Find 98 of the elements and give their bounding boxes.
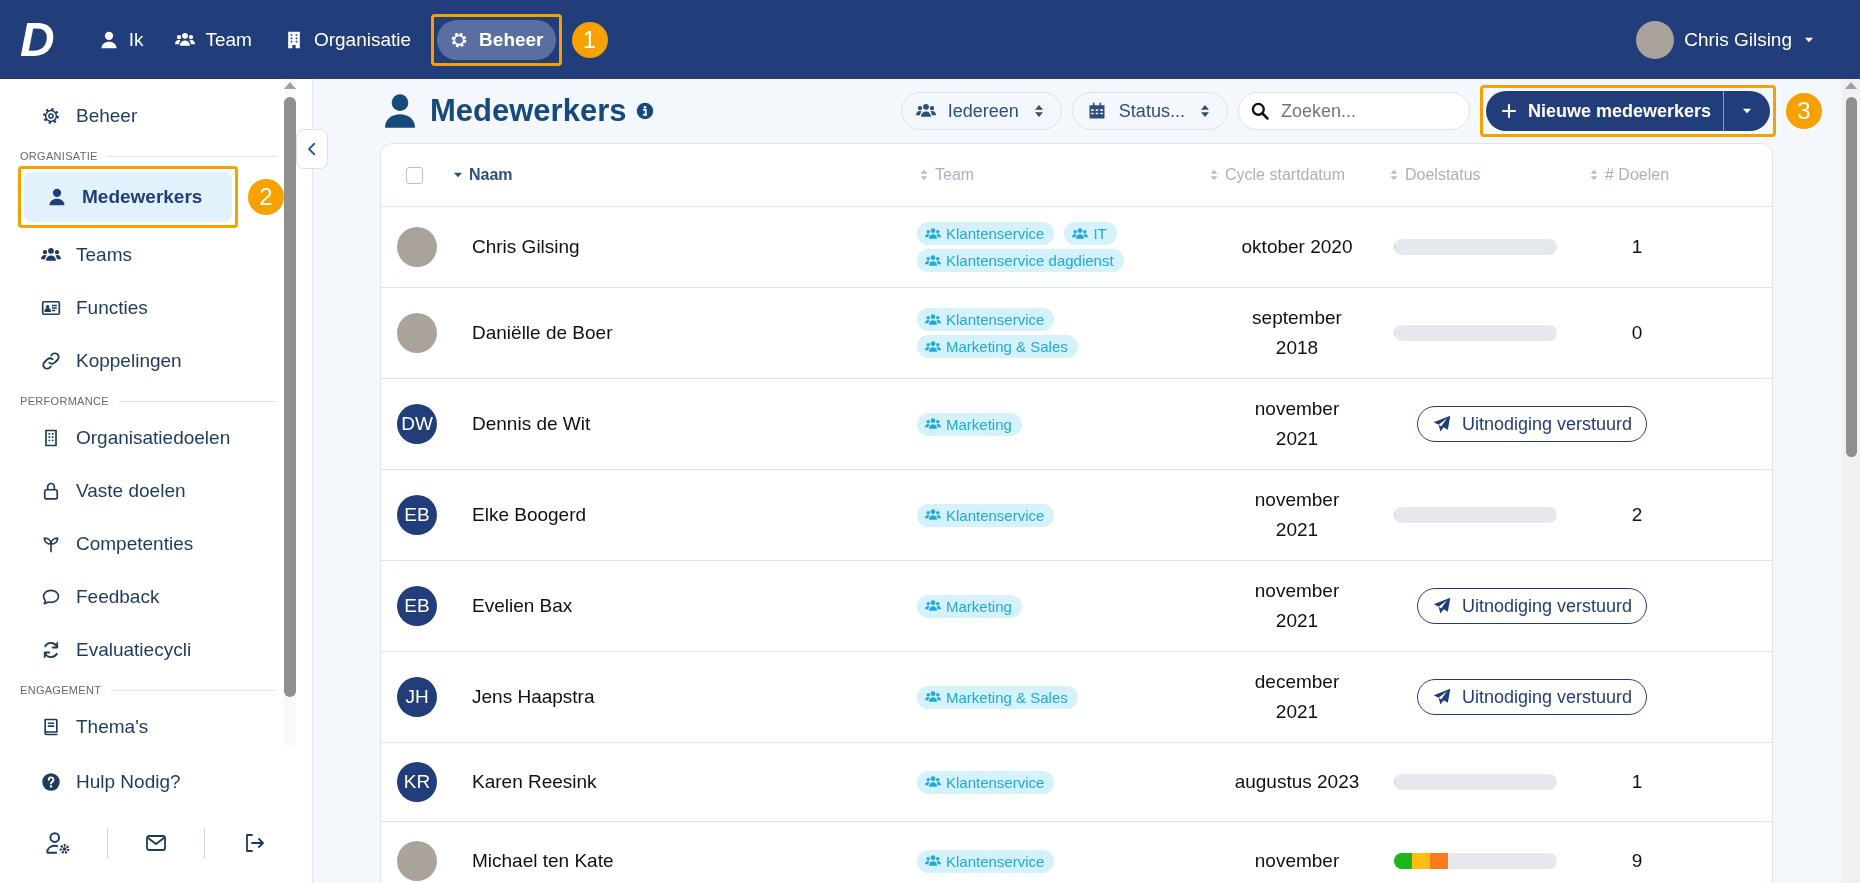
invitation-sent-button[interactable]: Uitnodiging verstuurd <box>1417 406 1648 442</box>
sidebar-item[interactable]: Beheer <box>18 89 284 142</box>
employee-name[interactable]: Karen Reesink <box>472 771 597 793</box>
invitation-sent-button[interactable]: Uitnodiging verstuurd <box>1417 588 1648 624</box>
search-field[interactable]: Zoeken... <box>1237 92 1470 130</box>
info-icon[interactable] <box>636 102 655 120</box>
sidebar-item[interactable]: Teams <box>18 228 284 281</box>
column-header[interactable]: Naam <box>451 166 513 184</box>
sidebar-item[interactable]: Medewerkers <box>24 172 232 222</box>
cycle-start-date: september 2018 <box>1251 306 1343 360</box>
help-icon <box>40 771 62 792</box>
users-icon <box>925 853 941 869</box>
users-icon <box>1072 225 1089 242</box>
settings-icon <box>40 105 62 126</box>
team-tag: Marketing <box>917 412 1022 436</box>
team-tag: Klantenservice <box>917 849 1055 873</box>
users-icon <box>925 507 941 523</box>
section-heading: ORGANISATIE <box>20 150 98 162</box>
cycle-start-date: november <box>1253 849 1341 873</box>
users-icon <box>925 252 941 269</box>
goal-count: 0 <box>1631 322 1643 344</box>
team-tag: Klantenservice dagdienst <box>917 249 1124 272</box>
sidebar-item[interactable]: Vaste doelen <box>18 464 284 517</box>
goal-count: 9 <box>1631 850 1643 872</box>
employee-name[interactable]: Dennis de Wit <box>472 413 591 435</box>
avatar-initials: JH <box>397 677 437 717</box>
cycle-start-date: oktober 2020 <box>1240 235 1354 259</box>
page-title: Medewerkers <box>430 93 627 129</box>
employee-name[interactable]: Chris Gilsing <box>472 236 580 258</box>
cycle-start-date: augustus 2023 <box>1233 770 1361 794</box>
help-link[interactable]: Hulp Nodig? <box>18 755 312 808</box>
cycle-start-date: november 2021 <box>1253 397 1341 451</box>
link-icon <box>40 350 62 371</box>
sidebar-item[interactable]: Competenties <box>18 517 284 570</box>
sidebar-item[interactable]: Organisatiedoelen <box>18 411 284 464</box>
employee-name[interactable]: Evelien Bax <box>472 595 573 617</box>
user-settings-icon <box>45 830 72 856</box>
employee-name[interactable]: Daniëlle de Boer <box>472 322 613 344</box>
paper-plane-icon <box>1432 687 1452 707</box>
users-icon <box>925 689 941 705</box>
nav-tab[interactable]: Organisatie <box>271 19 424 60</box>
user-name[interactable]: Chris Gilsing <box>1684 28 1792 51</box>
team-tag: Klantenservice <box>917 222 1055 245</box>
users-icon <box>925 311 941 328</box>
goal-count: 2 <box>1631 504 1643 526</box>
nav-tab[interactable]: Team <box>163 19 264 60</box>
step-number: 3 <box>1786 93 1822 129</box>
avatar-initials: DW <box>397 404 437 444</box>
goal-count: 1 <box>1631 236 1643 258</box>
avatar-photo <box>397 227 437 267</box>
new-employees-button[interactable]: Nieuwe medewerkers <box>1485 91 1770 131</box>
employee-name[interactable]: Michael ten Kate <box>472 850 614 872</box>
users-icon <box>925 598 941 614</box>
section-heading: PERFORMANCE <box>20 395 109 407</box>
avatar-initials: EB <box>397 586 437 626</box>
plus-icon <box>1499 102 1518 120</box>
cycle-start-date: december 2021 <box>1253 670 1341 724</box>
team-tag: Klantenservice <box>917 503 1055 527</box>
sidebar-item[interactable]: Functies <box>18 281 284 334</box>
sidebar-item[interactable]: Thema's <box>18 700 284 753</box>
cycle-start-date: november 2021 <box>1253 488 1341 542</box>
avatar-photo <box>397 841 437 881</box>
team-tag: Marketing & Sales <box>917 335 1078 358</box>
page-scrollbar[interactable] <box>1842 79 1860 883</box>
team-tag: Klantenservice <box>917 308 1055 331</box>
sidebar-scrollbar[interactable] <box>284 79 296 745</box>
team-tag: Marketing <box>917 594 1022 618</box>
avatar-photo[interactable] <box>1636 20 1675 59</box>
users-icon <box>925 225 941 242</box>
filter-dropdown[interactable]: Iedereen <box>900 92 1062 130</box>
employee-name[interactable]: Elke Boogerd <box>472 504 587 526</box>
sidebar-item[interactable]: Feedback <box>18 570 284 623</box>
paper-plane-icon <box>1432 596 1452 616</box>
users-icon <box>925 416 941 432</box>
nav-tab[interactable]: Beheer <box>437 19 556 60</box>
filter-dropdown[interactable]: Status... <box>1071 92 1228 130</box>
section-heading: ENGAGEMENT <box>20 684 102 696</box>
sidebar-item[interactable]: Koppelingen <box>18 334 284 387</box>
team-tag: IT <box>1064 222 1117 245</box>
step-number: 2 <box>248 179 284 215</box>
step-number: 1 <box>571 21 608 58</box>
nav-tab[interactable]: Ik <box>86 19 156 60</box>
collapse-sidebar-button[interactable] <box>296 129 328 169</box>
users-icon <box>925 338 941 355</box>
invitation-sent-button[interactable]: Uitnodiging verstuurd <box>1417 679 1648 715</box>
select-all-checkbox[interactable] <box>406 166 423 184</box>
avatar-initials: EB <box>397 495 437 535</box>
paper-plane-icon <box>1432 414 1452 434</box>
users-icon <box>925 774 941 790</box>
cycle-start-date: november 2021 <box>1253 579 1341 633</box>
avatar-photo <box>397 313 437 353</box>
avatar-initials: KR <box>397 762 437 802</box>
logo[interactable]: D <box>20 12 53 67</box>
team-tag: Marketing & Sales <box>917 685 1078 709</box>
goal-count: 1 <box>1631 771 1643 793</box>
sidebar-item[interactable]: Evaluatiecycli <box>18 623 284 676</box>
employee-name[interactable]: Jens Haapstra <box>472 686 595 708</box>
team-tag: Klantenservice <box>917 770 1055 794</box>
